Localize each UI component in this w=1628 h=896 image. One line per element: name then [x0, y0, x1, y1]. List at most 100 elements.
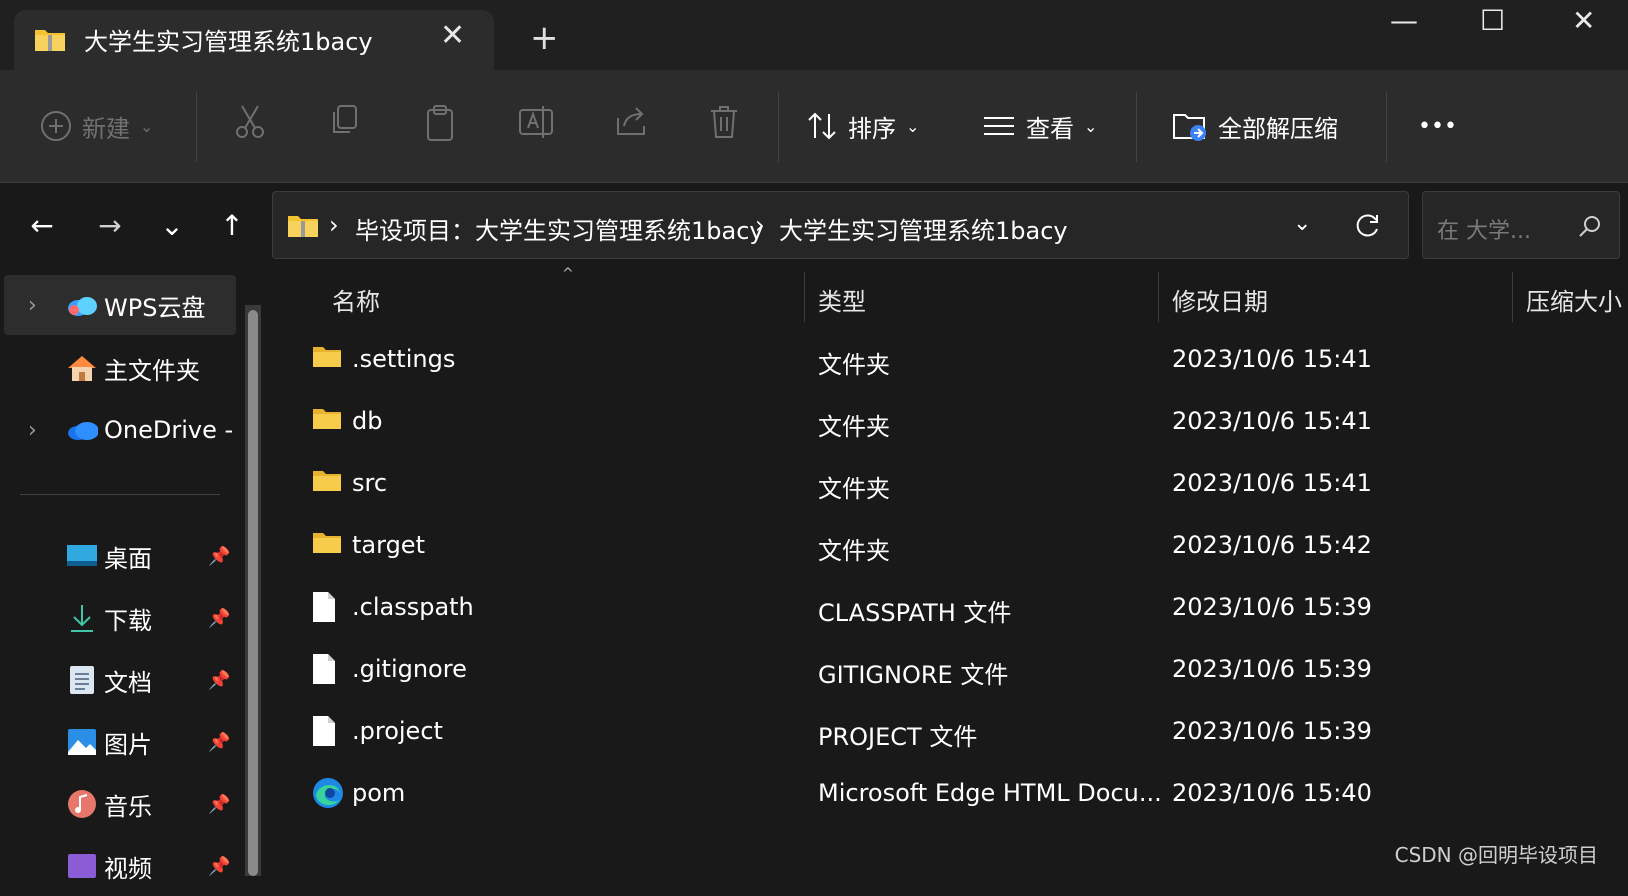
file-row[interactable]: pom Microsoft Edge HTML Docu... 2023/10/6 …	[294, 763, 1628, 825]
sidebar-item-label: 图片	[104, 730, 152, 759]
breadcrumb-item[interactable]: 大学生实习管理系统1bacy	[779, 211, 1068, 246]
column-header-modified[interactable]: 修改日期	[1172, 282, 1268, 317]
file-type: PROJECT 文件	[818, 723, 978, 751]
file-row[interactable]: .gitignore GITIGNORE 文件 2023/10/6 15:39	[294, 639, 1628, 701]
toolbar-divider	[1136, 92, 1137, 162]
pin-icon[interactable]: 📌	[208, 794, 230, 815]
toolbar-divider	[1386, 92, 1387, 162]
more-options-button[interactable]: •••	[1418, 106, 1457, 146]
chevron-down-icon[interactable]: ⌄	[1293, 211, 1311, 236]
sidebar-item-videos[interactable]: 视频 📌	[4, 836, 236, 896]
column-header-size[interactable]: 压缩大小	[1526, 282, 1628, 317]
sidebar-item-music[interactable]: 音乐 📌	[4, 774, 236, 834]
file-icon	[312, 653, 342, 687]
minimize-button[interactable]: —	[1390, 4, 1418, 37]
back-button[interactable]: ←	[20, 203, 64, 247]
file-row[interactable]: db 文件夹 2023/10/6 15:41	[294, 391, 1628, 453]
pictures-icon	[66, 726, 98, 758]
breadcrumb-separator: ›	[755, 211, 765, 239]
file-type: GITIGNORE 文件	[818, 661, 1009, 689]
tab-close-button[interactable]: ✕	[440, 18, 465, 53]
file-type: 文件夹	[818, 475, 890, 503]
zip-folder-icon	[35, 30, 65, 51]
file-row[interactable]: .settings 文件夹 2023/10/6 15:41	[294, 329, 1628, 391]
sidebar-item-wps-cloud[interactable]: › WPS云盘	[4, 275, 236, 335]
sidebar-item-home[interactable]: 主文件夹	[4, 338, 236, 398]
extract-all-button[interactable]: 全部解压缩	[1172, 106, 1338, 146]
breadcrumb-separator: ›	[329, 211, 339, 239]
new-tab-button[interactable]: +	[530, 18, 559, 58]
file-type: Microsoft Edge HTML Docu...	[818, 779, 1162, 807]
column-divider[interactable]	[1158, 272, 1159, 322]
file-name: .gitignore	[352, 655, 467, 683]
search-box[interactable]: 在 大学...	[1422, 191, 1620, 259]
onedrive-icon	[66, 414, 98, 446]
pin-icon[interactable]: 📌	[208, 546, 230, 567]
pin-icon[interactable]: 📌	[208, 670, 230, 691]
paste-icon[interactable]	[424, 104, 456, 142]
pin-icon[interactable]: 📌	[208, 608, 230, 629]
cut-icon[interactable]	[234, 104, 266, 140]
column-divider[interactable]	[1512, 272, 1513, 322]
toolbar-divider	[196, 92, 197, 162]
sidebar-item-onedrive[interactable]: › OneDrive -	[4, 400, 236, 460]
extract-folder-icon	[1173, 114, 1206, 141]
pin-icon[interactable]: 📌	[208, 732, 230, 753]
plus-circle-icon	[41, 111, 71, 141]
view-list-icon	[984, 117, 1014, 135]
file-type: 文件夹	[818, 351, 890, 379]
sidebar-item-label: WPS云盘	[104, 293, 206, 322]
file-row[interactable]: src 文件夹 2023/10/6 15:41	[294, 453, 1628, 515]
sort-button[interactable]: 排序 ⌄	[806, 106, 919, 146]
address-bar[interactable]: › 毕设项目：大学生实习管理系统1bacy › 大学生实习管理系统1bacy ⌄	[272, 191, 1409, 259]
folder-icon	[312, 467, 342, 501]
column-header-type[interactable]: 类型	[818, 282, 866, 317]
file-name: .classpath	[352, 593, 474, 621]
chevron-down-icon: ⌄	[906, 116, 920, 136]
forward-button[interactable]: →	[88, 203, 132, 247]
file-row[interactable]: .project PROJECT 文件 2023/10/6 15:39	[294, 701, 1628, 763]
file-type: 文件夹	[818, 537, 890, 565]
file-row[interactable]: target 文件夹 2023/10/6 15:42	[294, 515, 1628, 577]
chevron-right-icon[interactable]: ›	[28, 418, 37, 443]
sidebar-item-downloads[interactable]: 下载 📌	[4, 588, 236, 648]
sidebar-item-documents[interactable]: 文档 📌	[4, 650, 236, 710]
file-modified: 2023/10/6 15:39	[1172, 593, 1372, 621]
sidebar-item-label: 音乐	[104, 792, 152, 821]
up-button[interactable]: ↑	[210, 203, 254, 247]
breadcrumb-item[interactable]: 毕设项目：大学生实习管理系统1bacy	[355, 211, 764, 246]
chevron-right-icon[interactable]: ›	[28, 293, 37, 318]
pin-icon[interactable]: 📌	[208, 856, 230, 877]
delete-icon[interactable]	[708, 104, 740, 140]
folder-icon	[312, 343, 342, 377]
sidebar-item-desktop[interactable]: 桌面 📌	[4, 526, 236, 586]
documents-icon	[66, 664, 98, 696]
recent-locations-button[interactable]: ⌄	[150, 203, 194, 247]
file-type: CLASSPATH 文件	[818, 599, 1012, 627]
sidebar-scrollbar-thumb[interactable]	[248, 310, 258, 876]
column-divider[interactable]	[804, 272, 805, 322]
toolbar-divider	[778, 92, 779, 162]
sidebar-item-pictures[interactable]: 图片 📌	[4, 712, 236, 772]
command-toolbar: 新建 ⌄ 排序 ⌄ 查看 ⌄ 全部解压缩 •••	[0, 70, 1628, 183]
column-header-name[interactable]: 名称	[332, 282, 380, 317]
file-modified: 2023/10/6 15:40	[1172, 779, 1372, 807]
sidebar-item-label: OneDrive -	[104, 416, 234, 444]
new-button[interactable]: 新建 ⌄	[40, 106, 153, 146]
search-icon[interactable]	[1577, 214, 1603, 240]
copy-icon[interactable]	[328, 104, 360, 140]
maximize-button[interactable]: ☐	[1480, 4, 1505, 37]
rename-icon[interactable]	[518, 104, 554, 140]
share-icon[interactable]	[614, 104, 648, 138]
view-button[interactable]: 查看 ⌄	[982, 106, 1097, 146]
sort-ascending-icon: ^	[562, 266, 574, 282]
edge-icon	[312, 777, 343, 811]
close-window-button[interactable]: ✕	[1572, 4, 1595, 37]
new-button-label: 新建	[82, 114, 130, 143]
folder-icon	[312, 529, 342, 563]
download-icon	[66, 602, 98, 634]
desktop-icon	[66, 540, 98, 572]
refresh-icon[interactable]	[1353, 212, 1381, 240]
file-modified: 2023/10/6 15:41	[1172, 407, 1372, 435]
file-row[interactable]: .classpath CLASSPATH 文件 2023/10/6 15:39	[294, 577, 1628, 639]
